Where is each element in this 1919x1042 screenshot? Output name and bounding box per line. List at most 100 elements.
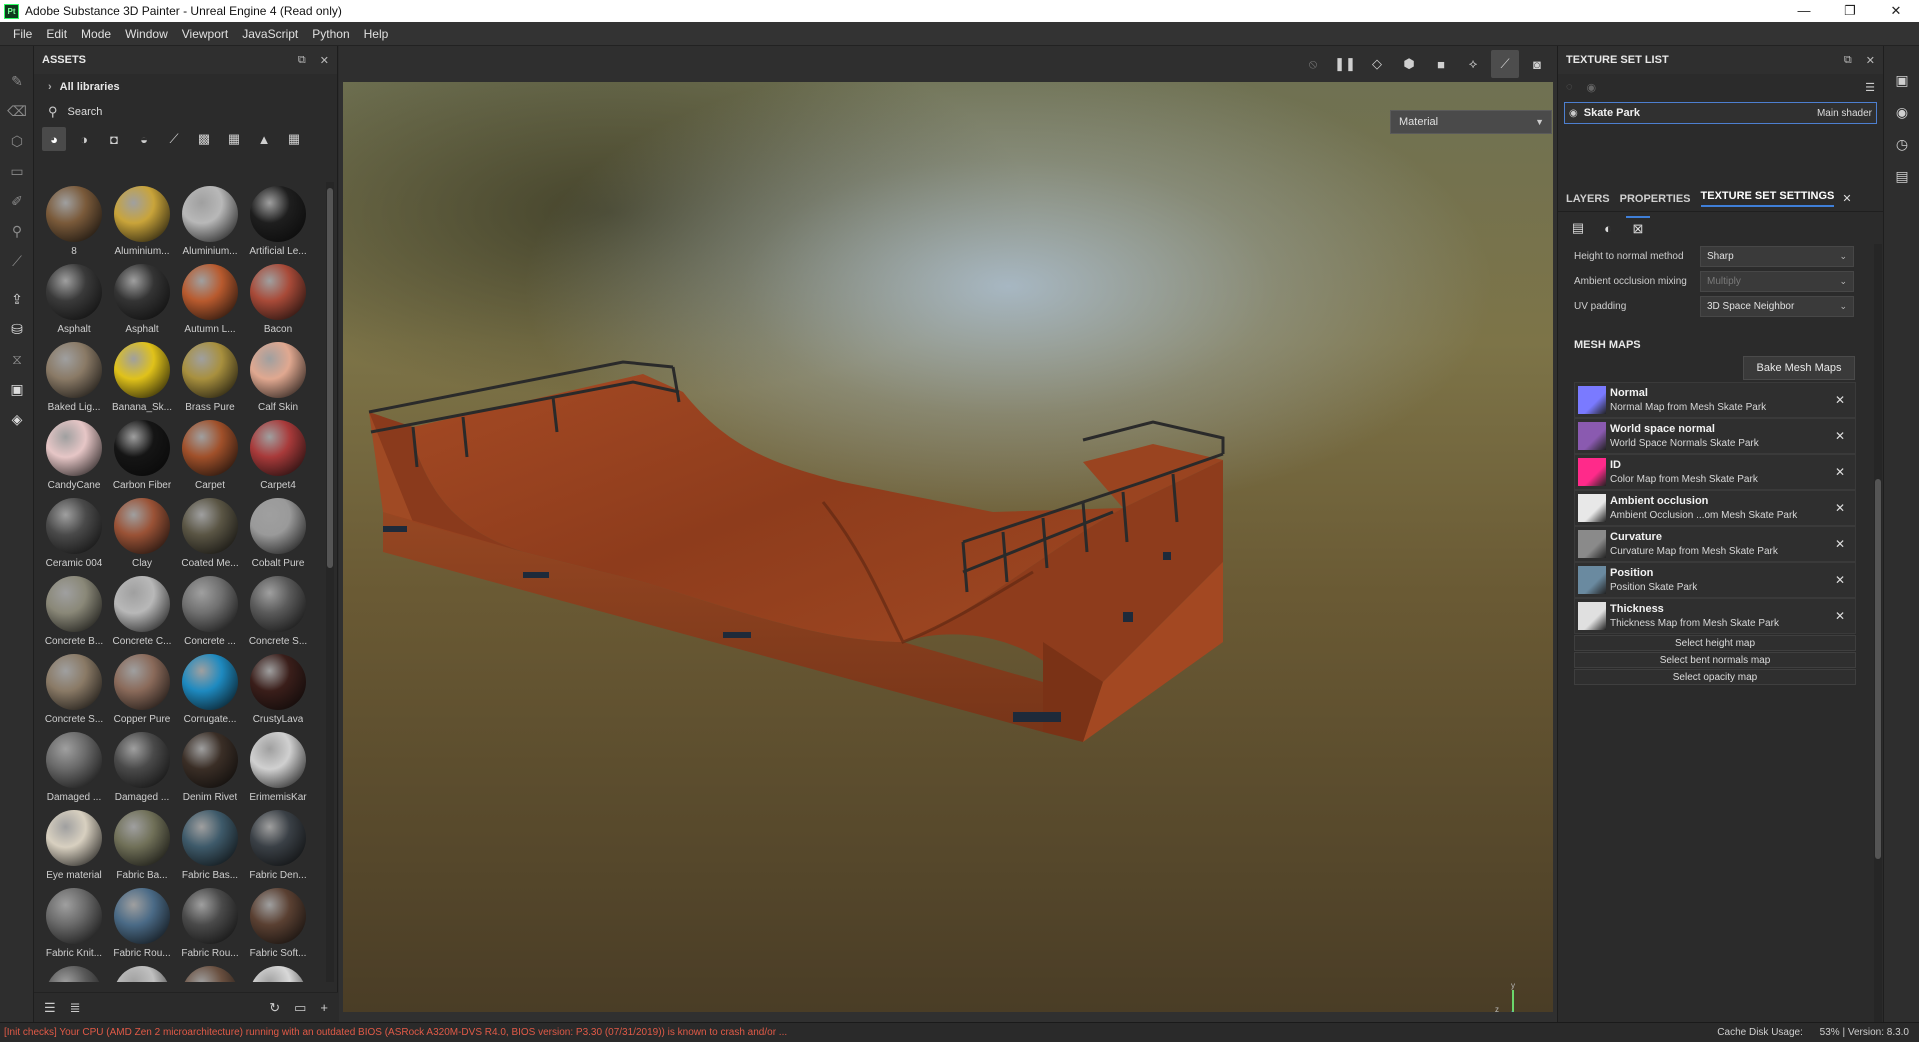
remove-map-icon[interactable]: ✕ — [1835, 429, 1855, 443]
masks-filter-icon[interactable]: ◘ — [102, 127, 126, 151]
geometry-mask-icon[interactable]: ▭ — [0, 156, 34, 186]
asset-item[interactable]: Concrete ... — [176, 572, 244, 650]
visibility-eye-icon[interactable]: ◉ — [1569, 108, 1578, 119]
asset-item[interactable]: Carpet4 — [244, 416, 312, 494]
shader-selector[interactable]: Main shader — [1817, 108, 1872, 119]
asset-item[interactable] — [244, 962, 312, 982]
asset-item[interactable]: Concrete S... — [40, 650, 108, 728]
remove-map-icon[interactable]: ✕ — [1835, 393, 1855, 407]
bake-mesh-maps-button[interactable]: Bake Mesh Maps — [1743, 356, 1855, 380]
tab-texture-set-settings[interactable]: TEXTURE SET SETTINGS — [1700, 190, 1835, 207]
asset-item[interactable] — [108, 962, 176, 982]
select-height-map-button[interactable]: Select height map — [1574, 635, 1856, 651]
asset-item[interactable]: Fabric Soft... — [244, 884, 312, 962]
remove-map-icon[interactable]: ✕ — [1835, 609, 1855, 623]
remove-map-icon[interactable]: ✕ — [1835, 537, 1855, 551]
tab-properties[interactable]: PROPERTIES — [1620, 193, 1691, 205]
asset-item[interactable]: Fabric Den... — [244, 806, 312, 884]
asset-item[interactable]: Cobalt Pure — [244, 494, 312, 572]
new-folder-icon[interactable]: ▭ — [294, 1000, 306, 1016]
viewport-scene[interactable]: Material ▼ y z — [343, 82, 1553, 1012]
menu-viewport[interactable]: Viewport — [175, 27, 235, 41]
asset-item[interactable]: Asphalt — [40, 260, 108, 338]
display-mode-dropdown[interactable]: Material ▼ — [1390, 110, 1552, 134]
search-input[interactable]: ⚲ Search — [34, 100, 337, 124]
grid-view-icon[interactable]: ▦ — [282, 127, 306, 151]
refresh-icon[interactable]: ↻ — [269, 1000, 280, 1016]
filter-list-icon[interactable]: ≣ — [70, 1000, 81, 1016]
minimize-button[interactable]: — — [1781, 0, 1827, 22]
mesh-map-row[interactable]: Ambient occlusion Ambient Occlusion ...om… — [1574, 490, 1856, 526]
texture-settings-icon[interactable]: ▤ — [1566, 216, 1590, 240]
select-bent-normals-button[interactable]: Select bent normals map — [1574, 652, 1856, 668]
textures-filter-icon[interactable]: ▩ — [192, 127, 216, 151]
menu-javascript[interactable]: JavaScript — [235, 27, 305, 41]
asset-item[interactable]: Fabric Rou... — [176, 884, 244, 962]
export-icon[interactable]: ▣ — [0, 374, 34, 404]
asset-item[interactable]: Denim Rivet — [176, 728, 244, 806]
alphas-filter-icon[interactable]: ▦ — [222, 127, 246, 151]
mesh-map-row[interactable]: Curvature Curvature Map from Mesh Skate P… — [1574, 526, 1856, 562]
asset-item[interactable]: Damaged ... — [40, 728, 108, 806]
asset-item[interactable]: Concrete C... — [108, 572, 176, 650]
asset-item[interactable]: Autumn L... — [176, 260, 244, 338]
clone-icon[interactable]: ⚲ — [0, 216, 34, 246]
asset-item[interactable]: Fabric Rou... — [108, 884, 176, 962]
camera-icon[interactable]: ■ — [1427, 50, 1455, 78]
mesh-maps-icon[interactable]: ⊠ — [1626, 216, 1650, 240]
asset-item[interactable]: Damaged ... — [108, 728, 176, 806]
screenshot-icon[interactable]: ◙ — [1523, 50, 1551, 78]
shader-icon[interactable]: ◉ — [1884, 96, 1919, 128]
close-panel-icon[interactable]: ✕ — [320, 54, 329, 67]
symmetry-icon[interactable]: ⟡ — [1459, 50, 1487, 78]
display-settings-icon[interactable]: ▣ — [1884, 64, 1919, 96]
asset-item[interactable]: CandyCane — [40, 416, 108, 494]
float-panel-icon[interactable]: ⧉ — [1844, 54, 1852, 67]
menu-edit[interactable]: Edit — [39, 27, 74, 41]
paint-brush-icon[interactable]: ✎ — [0, 66, 34, 96]
asset-item[interactable]: Bacon — [244, 260, 312, 338]
smudge-icon[interactable]: ✐ — [0, 186, 34, 216]
assets-scrollbar[interactable] — [326, 182, 334, 982]
remove-map-icon[interactable]: ✕ — [1835, 573, 1855, 587]
asset-item[interactable]: Carbon Fiber — [108, 416, 176, 494]
eye-icon[interactable]: ◉ — [1587, 81, 1597, 94]
paint-mode-icon[interactable]: ⟋ — [1491, 50, 1519, 78]
remove-map-icon[interactable]: ✕ — [1835, 465, 1855, 479]
asset-item[interactable]: 8 — [40, 182, 108, 260]
asset-item[interactable]: Concrete B... — [40, 572, 108, 650]
shader-settings-icon[interactable]: ◐ — [1596, 216, 1620, 240]
eraser-icon[interactable]: ⌫ — [0, 96, 34, 126]
asset-item[interactable]: CrustyLava — [244, 650, 312, 728]
init-check-warning[interactable]: [Init checks] Your CPU (AMD Zen 2 microa… — [4, 1027, 787, 1038]
menu-file[interactable]: File — [6, 27, 39, 41]
asset-item[interactable] — [40, 962, 108, 982]
mesh-map-row[interactable]: ID Color Map from Mesh Skate Park ✕ — [1574, 454, 1856, 490]
add-icon[interactable]: + — [320, 1000, 328, 1016]
mesh-map-row[interactable]: Position Position Skate Park ✕ — [1574, 562, 1856, 598]
color-picker-icon[interactable]: ⟋ — [0, 246, 34, 276]
asset-item[interactable]: Fabric Bas... — [176, 806, 244, 884]
asset-item[interactable]: Aluminium... — [108, 182, 176, 260]
asset-item[interactable]: Clay — [108, 494, 176, 572]
tab-layers[interactable]: LAYERS — [1566, 193, 1610, 205]
mesh-map-row[interactable]: Thickness Thickness Map from Mesh Skate P… — [1574, 598, 1856, 634]
asset-item[interactable]: Fabric Ba... — [108, 806, 176, 884]
select-opacity-map-button[interactable]: Select opacity map — [1574, 669, 1856, 685]
menu-window[interactable]: Window — [118, 27, 175, 41]
remove-map-icon[interactable]: ✕ — [1835, 501, 1855, 515]
menu-help[interactable]: Help — [357, 27, 396, 41]
asset-item[interactable] — [176, 962, 244, 982]
bake-icon[interactable]: ⇪ — [0, 284, 34, 314]
smart-materials-filter-icon[interactable]: ◑ — [72, 127, 96, 151]
brushes-filter-icon[interactable]: ⟋ — [162, 127, 186, 151]
library-selector[interactable]: › All libraries — [34, 74, 337, 100]
maximize-button[interactable]: ❐ — [1827, 0, 1873, 22]
environments-filter-icon[interactable]: ▲ — [252, 127, 276, 151]
mesh-map-row[interactable]: World space normal World Space Normals Sk… — [1574, 418, 1856, 454]
asset-item[interactable]: ErimemisKar — [244, 728, 312, 806]
projection-icon[interactable]: ⬡ — [0, 126, 34, 156]
close-button[interactable]: ✕ — [1873, 0, 1919, 22]
mesh-map-row[interactable]: Normal Normal Map from Mesh Skate Park ✕ — [1574, 382, 1856, 418]
asset-item[interactable]: Baked Lig... — [40, 338, 108, 416]
